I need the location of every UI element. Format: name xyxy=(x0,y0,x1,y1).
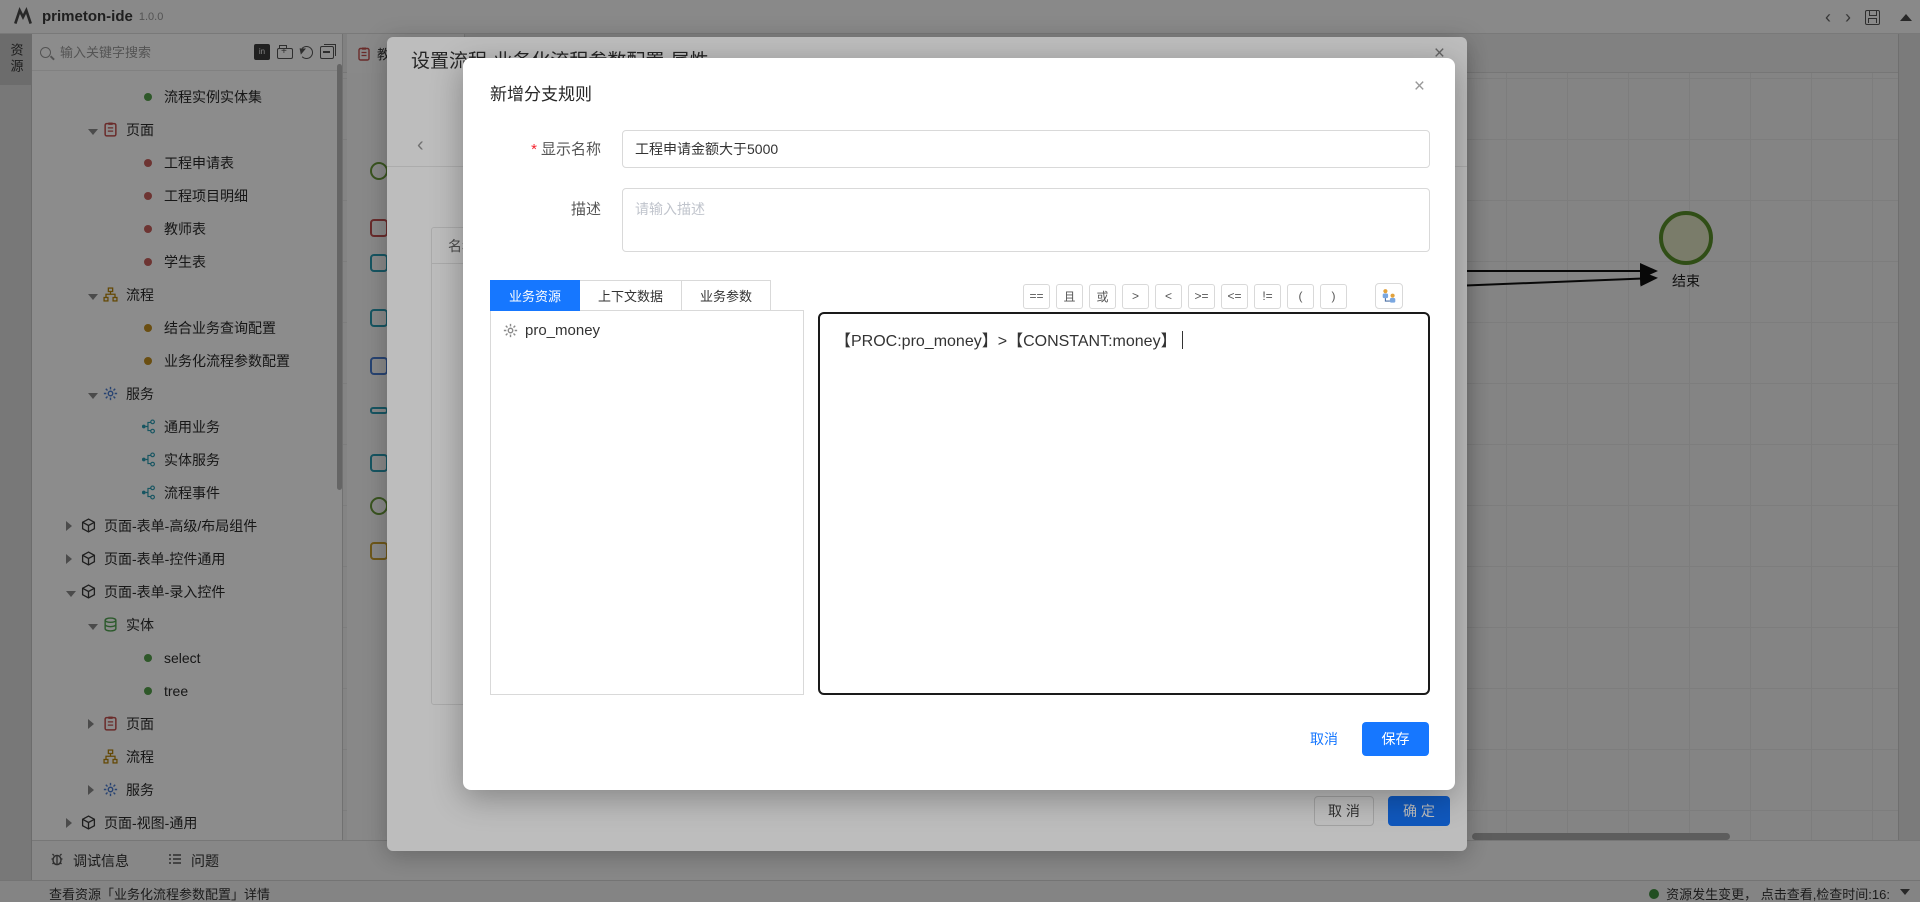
business-resource-list: pro_money xyxy=(490,310,804,695)
operator-toolbar: ==且或><>=<=!=() xyxy=(1023,283,1425,309)
operator-button[interactable]: ( xyxy=(1287,284,1314,309)
modal-cancel-button[interactable]: 取消 xyxy=(1304,728,1344,750)
operator-button[interactable]: == xyxy=(1023,284,1050,309)
resource-item-label: pro_money xyxy=(525,322,600,339)
tab-2[interactable]: 业务参数 xyxy=(682,280,771,311)
operator-button[interactable]: 且 xyxy=(1056,284,1083,309)
operator-button[interactable]: < xyxy=(1155,284,1182,309)
operator-button[interactable]: <= xyxy=(1221,284,1248,309)
tab-0[interactable]: 业务资源 xyxy=(490,280,580,311)
tab-1[interactable]: 上下文数据 xyxy=(580,280,682,311)
modal-title: 新增分支规则 xyxy=(490,80,592,105)
expression-text: 【PROC:pro_money】>【CONSTANT:money】 xyxy=(835,333,1177,350)
variable-picker-icon[interactable] xyxy=(1375,283,1403,309)
add-branch-rule-modal: 新增分支规则 × *显示名称 描述 业务资源上下文数据业务参数 ==且或><>=… xyxy=(463,58,1455,790)
text-cursor xyxy=(1182,331,1184,349)
resource-tabs: 业务资源上下文数据业务参数 xyxy=(490,280,771,311)
display-name-input[interactable] xyxy=(622,130,1430,168)
operator-button[interactable]: != xyxy=(1254,284,1281,309)
description-input[interactable] xyxy=(622,188,1430,252)
expression-editor[interactable]: 【PROC:pro_money】>【CONSTANT:money】 xyxy=(818,312,1430,695)
operator-button[interactable]: ) xyxy=(1320,284,1347,309)
list-item[interactable]: pro_money xyxy=(491,311,803,350)
modal-save-button[interactable]: 保存 xyxy=(1362,722,1429,756)
modal-close-icon[interactable]: × xyxy=(1414,76,1425,98)
gear-icon xyxy=(503,323,518,338)
name-label: *显示名称 xyxy=(471,138,601,159)
app-window: primeton-ide 1.0.0 ‹ › 资源 in 流程实例实体集页面工程… xyxy=(0,0,1920,902)
description-label: 描述 xyxy=(471,198,601,219)
required-mark: * xyxy=(531,141,537,158)
operator-button[interactable]: > xyxy=(1122,284,1149,309)
operator-button[interactable]: 或 xyxy=(1089,284,1116,309)
operator-button[interactable]: >= xyxy=(1188,284,1215,309)
